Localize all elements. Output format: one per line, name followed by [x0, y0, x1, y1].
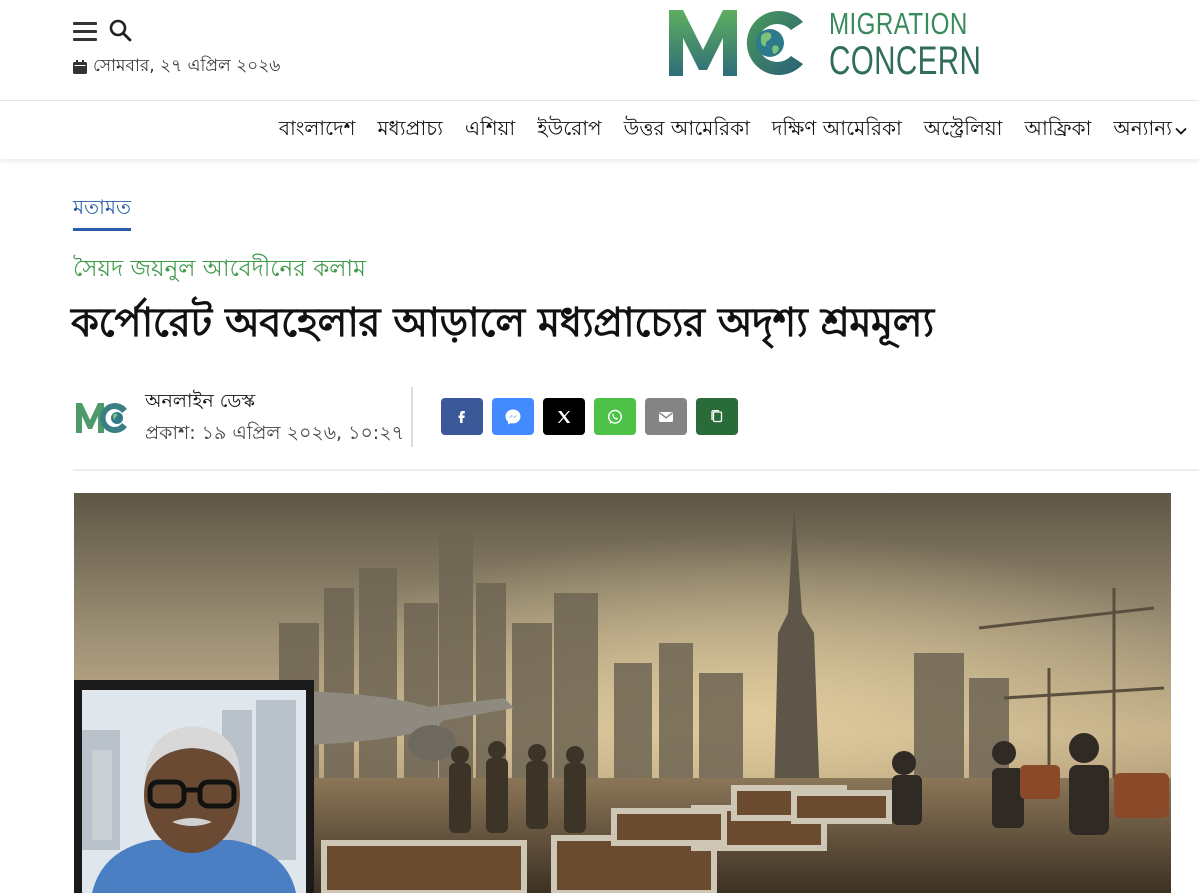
- nav-item-others-label: অন্যান্য: [1113, 116, 1172, 140]
- nav-item-bangladesh[interactable]: বাংলাদেশ: [268, 114, 367, 147]
- nav-item-australia[interactable]: অস্ট্রেলিয়া: [913, 114, 1014, 147]
- mc-logo-mark: [669, 10, 803, 76]
- nav-item-middle-east[interactable]: মধ্যপ্রাচ্য: [366, 114, 453, 147]
- main-nav: বাংলাদেশ মধ্যপ্রাচ্য এশিয়া ইউরোপ উত্তর …: [0, 100, 1199, 159]
- divider: [411, 387, 413, 447]
- nav-item-europe[interactable]: ইউরোপ: [526, 114, 612, 147]
- share-whatsapp-button[interactable]: [594, 398, 636, 435]
- current-date: সোমবার, ২৭ এপ্রিল ২০২৬: [73, 53, 280, 81]
- nav-item-africa[interactable]: আফ্রিকা: [1013, 114, 1102, 147]
- author-name[interactable]: অনলাইন ডেস্ক: [145, 387, 255, 419]
- share-copy-button[interactable]: [696, 398, 738, 435]
- copy-icon: [711, 409, 723, 422]
- column-label: সৈয়দ জয়নুল আবেদীনের কলাম: [73, 256, 366, 282]
- publish-date: প্রকাশ: ১৯ এপ্রিল ২০২৬, ১০:২৭: [145, 422, 404, 444]
- nav-item-asia[interactable]: এশিয়া: [454, 114, 526, 147]
- facebook-icon: [458, 410, 465, 423]
- x-icon: [557, 410, 571, 423]
- share-messenger-button[interactable]: [492, 398, 534, 435]
- author-avatar: [76, 403, 127, 433]
- share-facebook-button[interactable]: [441, 398, 483, 435]
- share-buttons: [441, 398, 738, 435]
- author-portrait: [74, 680, 314, 893]
- logo-line-2: CONCERN: [829, 39, 982, 83]
- site-header: সোমবার, ২৭ এপ্রিল ২০২৬ MIGRATION CONCERN: [0, 0, 1199, 100]
- share-x-button[interactable]: [543, 398, 585, 435]
- article-headline: কর্পোরেট অবহেলার আড়ালে মধ্যপ্রাচ্যের অদ…: [71, 300, 934, 346]
- whatsapp-icon: [607, 409, 623, 424]
- chevron-down-icon: [1175, 127, 1187, 135]
- byline: অনলাইন ডেস্ক প্রকাশ: ১৯ এপ্রিল ২০২৬, ১০:…: [73, 385, 1199, 455]
- menu-icon[interactable]: [73, 21, 97, 41]
- nav-item-south-america[interactable]: দক্ষিণ আমেরিকা: [761, 114, 913, 147]
- email-icon: [659, 411, 673, 422]
- messenger-icon: [505, 409, 521, 424]
- site-logo[interactable]: MIGRATION CONCERN: [667, 6, 981, 81]
- search-icon[interactable]: [108, 18, 132, 42]
- nav-item-north-america[interactable]: উত্তর আমেরিকা: [613, 114, 761, 147]
- logo-line-1: MIGRATION: [829, 6, 968, 41]
- nav-item-others[interactable]: অন্যান্য: [1102, 114, 1187, 147]
- share-email-button[interactable]: [645, 398, 687, 435]
- calendar-icon: [73, 60, 87, 74]
- byline-separator: [73, 469, 1199, 471]
- date-text: সোমবার, ২৭ এপ্রিল ২০২৬: [93, 56, 281, 76]
- category-link[interactable]: মতামত: [73, 193, 132, 231]
